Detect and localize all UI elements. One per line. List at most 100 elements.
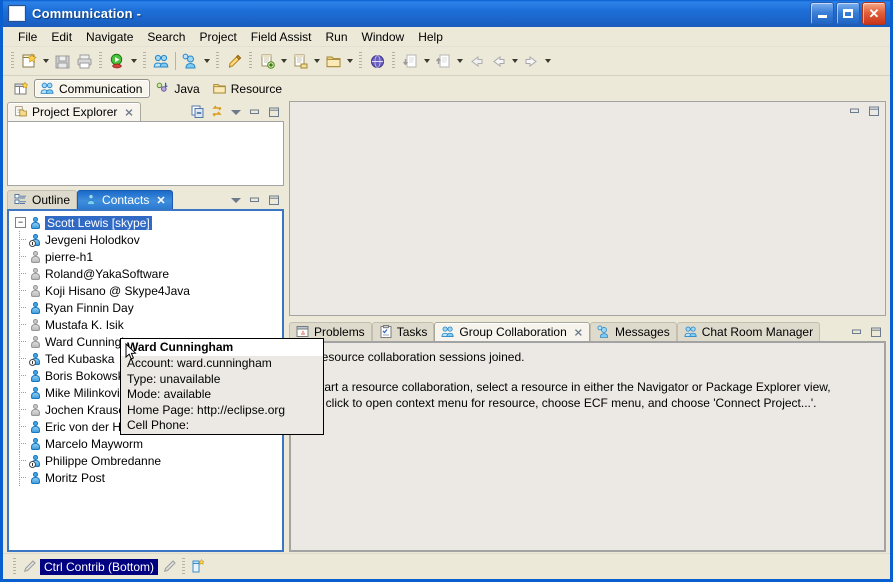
tab-project-explorer[interactable]: Project Explorer ⨯ [7,102,141,121]
minimize-icon[interactable] [848,104,862,118]
maximize-icon[interactable] [867,104,881,118]
menu-edit[interactable]: Edit [44,28,79,46]
toolbar-grip[interactable] [359,52,362,70]
toolbar-grip[interactable] [216,52,219,70]
perspective-tab-communication[interactable]: Communication [34,79,151,98]
tree-indent [15,350,29,367]
new-file-add-icon[interactable] [256,50,278,72]
toolbar-grip[interactable] [11,52,14,70]
globe-icon[interactable] [366,50,388,72]
person-online-icon [29,369,42,383]
collapse-expander-icon[interactable]: − [15,217,26,228]
link-with-editor-icon[interactable] [210,105,224,119]
new-wizard-dropdown-arrow[interactable] [40,50,51,72]
list-item[interactable]: pierre-h1 [9,248,282,265]
tab-chat-room-manager[interactable]: Chat Room Manager [676,322,821,341]
new-file-add-dropdown-arrow[interactable] [278,50,289,72]
open-perspective-icon[interactable] [11,79,31,99]
save-icon [51,50,73,72]
new-folder-icon[interactable] [322,50,344,72]
tasks-icon [380,325,392,338]
tab-tasks[interactable]: Tasks [371,322,435,341]
toolbar-grip[interactable] [99,52,102,70]
list-item[interactable]: Moritz Post [9,469,282,486]
list-item[interactable]: Roland@YakaSoftware [9,265,282,282]
toolbar-grip[interactable] [143,52,146,70]
menu-bar: File Edit Navigate Search Project Field … [3,27,890,47]
list-item[interactable]: Mustafa K. Isik [9,316,282,333]
add-contact-dropdown-arrow[interactable] [201,50,212,72]
tooltip-home-page: Home Page: http://eclipse.org [127,402,286,417]
group-collaboration-content[interactable]: No resource collaboration sessions joine… [289,341,886,552]
close-icon[interactable]: ⨯ [124,106,133,119]
tab-group-collaboration[interactable]: Group Collaboration ⨯ [434,322,590,341]
menu-window[interactable]: Window [355,28,412,46]
tab-label: Project Explorer [32,105,118,119]
new-folder-dropdown-arrow[interactable] [344,50,355,72]
list-item[interactable]: Philippe Ombredanne [9,452,282,469]
collapse-all-icon[interactable] [191,105,205,119]
minimize-icon[interactable] [248,193,262,207]
tab-contacts[interactable]: Contacts ✕ [77,190,173,209]
toolbar-grip[interactable] [249,52,252,70]
list-item[interactable]: Jevgeni Holodkov [9,231,282,248]
close-button[interactable]: ✕ [862,2,886,25]
view-menu-icon[interactable] [229,193,243,207]
statusbar-grip[interactable] [13,557,16,576]
editor-area[interactable] [289,101,886,316]
contact-name: Scott Lewis [skype] [45,215,152,230]
group-collaboration-icon[interactable] [150,50,172,72]
menu-search[interactable]: Search [140,28,192,46]
close-icon: ✕ [868,5,880,21]
workbench-body: Project Explorer ⨯ Outline Contacts ✕ − … [3,99,890,554]
tree-row-root[interactable]: − Scott Lewis [skype] [9,214,282,231]
list-item[interactable]: Ryan Finnin Day [9,299,282,316]
problems-icon [296,326,309,337]
contact-name: Mustafa K. Isik [45,317,124,332]
status-field[interactable]: Ctrl Contrib (Bottom) [40,558,159,575]
export-icon [432,50,454,72]
list-item[interactable]: Marcelo Mayworm [9,435,282,452]
import-dropdown-arrow [421,50,432,72]
menu-project[interactable]: Project [192,28,243,46]
maximize-icon[interactable] [267,193,281,207]
toolbar-grip[interactable] [392,52,395,70]
tree-indent [15,265,29,282]
project-explorer-view: Project Explorer ⨯ [7,101,284,186]
new-file-icon[interactable] [289,50,311,72]
menu-navigate[interactable]: Navigate [79,28,140,46]
run-dropdown-arrow[interactable] [128,50,139,72]
maximize-icon[interactable] [267,105,281,119]
pencil-icon[interactable] [223,50,245,72]
minimize-icon[interactable] [850,325,864,339]
run-icon[interactable] [106,50,128,72]
perspective-tab-java[interactable]: Java [150,79,206,98]
window-controls: ✕ [810,2,886,25]
perspective-tab-resource[interactable]: Resource [207,79,289,98]
maximize-icon[interactable] [869,325,883,339]
view-menu-icon[interactable] [229,105,243,119]
messages-icon [597,325,609,338]
tree-indent [15,299,29,316]
new-wizard-icon[interactable] [18,50,40,72]
add-contact-icon[interactable] [179,50,201,72]
new-file-dropdown-arrow[interactable] [311,50,322,72]
close-icon[interactable]: ✕ [156,194,165,207]
statusbar-grip[interactable] [182,557,186,576]
tooltip-account: Account: ward.cunningham [127,356,272,370]
menu-field-assist[interactable]: Field Assist [244,28,319,46]
tab-outline[interactable]: Outline [7,190,78,209]
minimize-icon[interactable] [248,105,262,119]
person-offline-icon [29,284,42,298]
close-icon[interactable]: ⨯ [574,326,583,339]
list-item[interactable]: Koji Hisano @ Skype4Java [9,282,282,299]
menu-help[interactable]: Help [411,28,450,46]
maximize-button[interactable] [836,2,860,25]
menu-file[interactable]: File [11,28,44,46]
tab-messages[interactable]: Messages [590,322,677,341]
menu-run[interactable]: Run [318,28,354,46]
minimize-button[interactable] [810,2,834,25]
project-explorer-content[interactable] [7,121,284,186]
collaboration-line-1: No resource collaboration sessions joine… [299,350,525,364]
tooltip-cell-phone: Cell Phone: [127,418,190,432]
